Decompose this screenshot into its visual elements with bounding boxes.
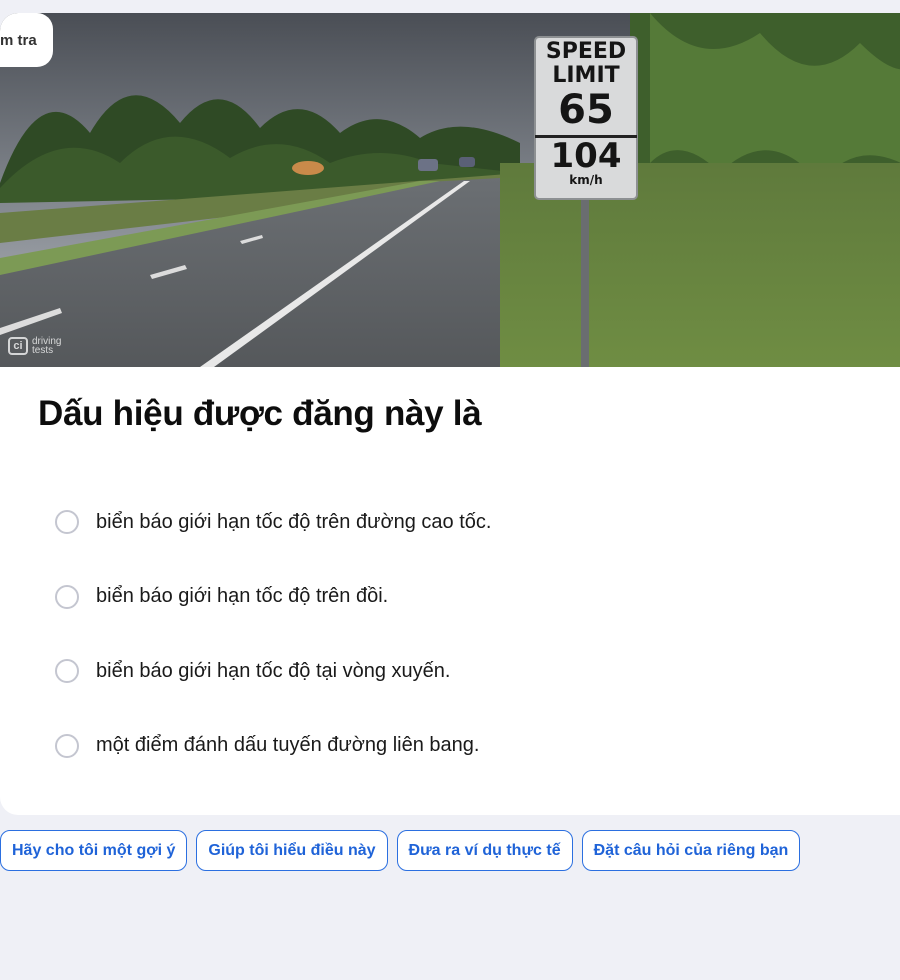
answer-option[interactable]: biển báo giới hạn tốc độ trên đường cao … [55,505,491,539]
driving-tests-logo-icon: ci [8,337,28,355]
question-image: SPEED LIMIT 65 104 km/h ci driving tests [0,13,900,367]
sign-kmh-value: 104 [550,136,622,176]
suggestion-chips: Hãy cho tôi một gợi ý Giúp tôi hiểu điều… [0,830,801,871]
answer-option-label: một điểm đánh dấu tuyến đường liên bang. [96,734,480,756]
test-tab-label: m tra [0,31,37,49]
sign-mph-value: 65 [558,87,614,133]
sign-line1: SPEED [545,39,627,64]
answer-option-label: biển báo giới hạn tốc độ trên đồi. [96,585,389,607]
ask-own-question-button[interactable]: Đặt câu hỏi của riêng bạn [581,830,801,871]
answer-option[interactable]: biển báo giới hạn tốc độ tại vòng xuyến. [55,654,491,688]
road-scene-illustration [0,13,900,367]
answer-options: biển báo giới hạn tốc độ trên đường cao … [55,505,491,803]
watermark-line2: tests [32,345,54,356]
radio-button[interactable] [55,584,79,609]
answer-option-label: biển báo giới hạn tốc độ trên đường cao … [96,510,492,533]
question-text: Dấu hiệu được đăng này là [38,394,482,433]
radio-button[interactable] [55,659,79,683]
speed-limit-sign: SPEED LIMIT 65 104 km/h [535,37,637,199]
test-tab[interactable]: m tra [0,13,53,67]
real-example-button[interactable]: Đưa ra ví dụ thực tế [396,830,573,871]
sign-line2: LIMIT [552,63,620,88]
answer-option[interactable]: biển báo giới hạn tốc độ trên đồi. [55,580,491,614]
radio-button[interactable] [55,733,79,758]
explain-button[interactable]: Giúp tôi hiểu điều này [196,830,388,871]
watermark-logo: ci driving tests [8,337,61,356]
answer-option[interactable]: một điểm đánh dấu tuyến đường liên bang. [55,729,491,763]
radio-button[interactable] [55,510,79,534]
hint-button[interactable]: Hãy cho tôi một gợi ý [0,830,188,871]
answer-option-label: biển báo giới hạn tốc độ tại vòng xuyến. [96,659,451,682]
